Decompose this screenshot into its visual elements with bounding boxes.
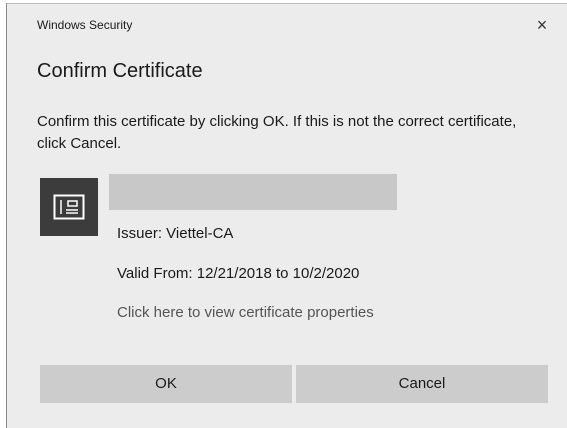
ok-button[interactable]: OK [40,365,292,403]
cancel-button[interactable]: Cancel [296,365,548,403]
close-button[interactable]: × [531,14,553,36]
title-bar: Windows Security × [7,4,567,44]
view-certificate-properties-link[interactable]: Click here to view certificate propertie… [117,304,374,321]
certificate-issuer: Issuer: Viettel-CA [117,225,234,242]
windows-security-dialog: Windows Security × Confirm Certificate C… [6,3,567,428]
dialog-message: Confirm this certificate by clicking OK.… [37,113,517,152]
window-title: Windows Security [37,18,133,32]
certificate-name-redacted [109,174,397,210]
certificate-validity: Valid From: 12/21/2018 to 10/2/2020 [117,265,360,282]
dialog-heading: Confirm Certificate [37,60,203,82]
certificate-icon [40,178,98,236]
